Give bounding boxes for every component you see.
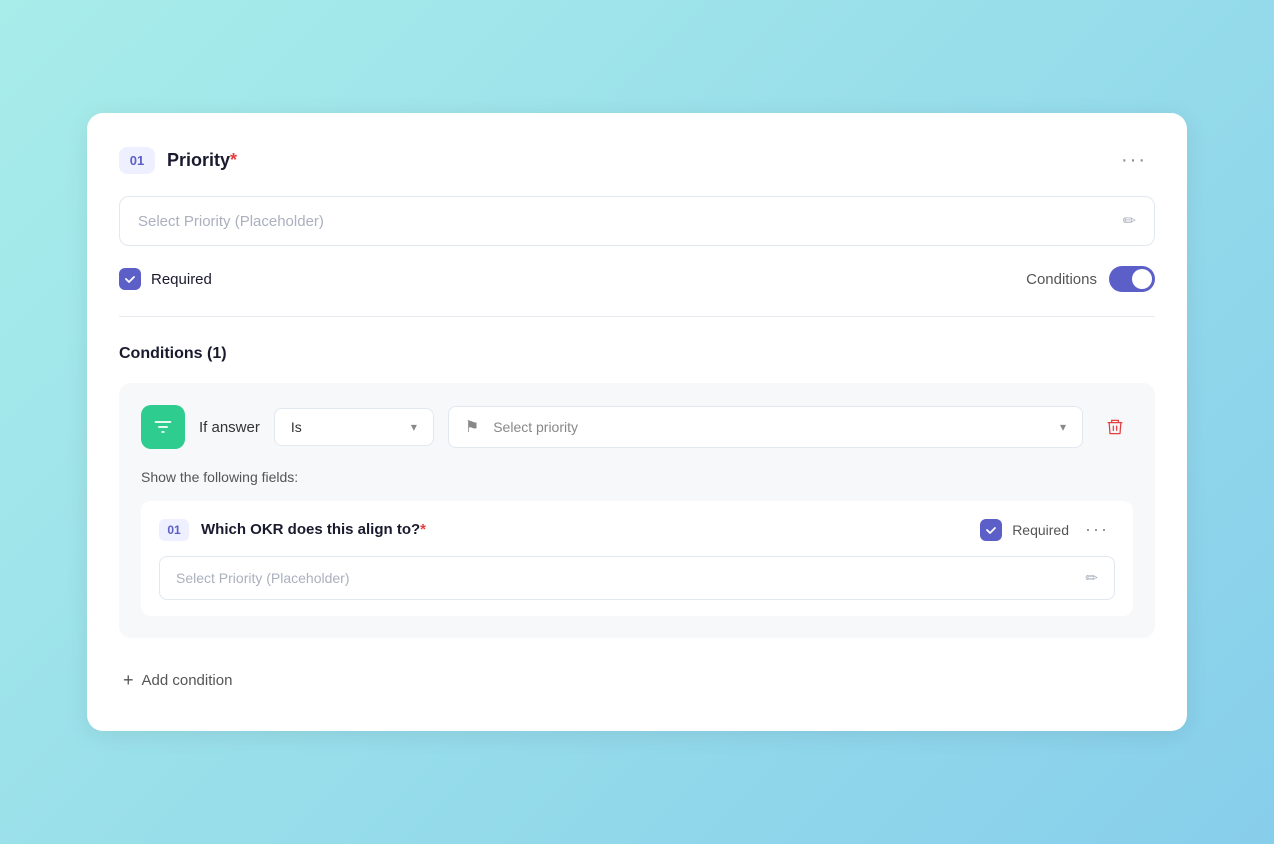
priority-dropdown-placeholder: Select priority (493, 419, 1050, 435)
sub-required-checkbox[interactable] (980, 519, 1002, 541)
required-asterisk: * (230, 150, 237, 170)
is-dropdown-value: Is (291, 419, 302, 435)
priority-dropdown[interactable]: ⚑ Select priority ▾ (448, 406, 1083, 448)
sub-field: 01 Which OKR does this align to?* Requir… (141, 501, 1133, 616)
plus-icon: + (123, 670, 134, 691)
required-left: Required (119, 268, 212, 290)
field-header-left: 01 Priority* (119, 147, 237, 174)
conditions-right: Conditions (1026, 266, 1155, 292)
required-row: Required Conditions (119, 266, 1155, 292)
sub-field-title: Which OKR does this align to?* (201, 521, 968, 538)
conditions-section: Conditions (1) If answer Is ▾ ⚑ (119, 345, 1155, 699)
sub-field-header: 01 Which OKR does this align to?* Requir… (159, 517, 1115, 542)
chevron-down-icon: ▾ (1060, 420, 1066, 434)
flag-icon: ⚑ (465, 417, 479, 437)
sub-step-badge: 01 (159, 519, 189, 541)
if-answer-label: If answer (199, 419, 260, 436)
add-condition-button[interactable]: + Add condition (119, 662, 236, 699)
field-header: 01 Priority* ··· (119, 145, 1155, 176)
sub-checkmark-icon (985, 524, 997, 536)
sub-placeholder-text: Select Priority (Placeholder) (176, 570, 350, 586)
sub-more-options-button[interactable]: ··· (1079, 517, 1115, 542)
trash-icon (1105, 417, 1125, 437)
sub-required-label: Required (1012, 522, 1069, 538)
is-dropdown[interactable]: Is ▾ (274, 408, 434, 446)
edit-icon: ✏ (1123, 211, 1136, 231)
checkmark-icon (124, 273, 136, 285)
placeholder-text: Select Priority (Placeholder) (138, 213, 324, 230)
condition-block: If answer Is ▾ ⚑ Select priority ▾ (119, 383, 1155, 638)
required-checkbox[interactable] (119, 268, 141, 290)
conditions-title: Conditions (1) (119, 345, 1155, 363)
required-label: Required (151, 271, 212, 288)
sub-edit-icon: ✏ (1085, 569, 1098, 587)
chevron-down-icon: ▾ (411, 420, 417, 434)
filter-icon-button[interactable] (141, 405, 185, 449)
delete-condition-button[interactable] (1097, 409, 1133, 445)
filter-icon (153, 417, 173, 437)
placeholder-input[interactable]: Select Priority (Placeholder) ✏ (119, 196, 1155, 246)
field-title: Priority* (167, 150, 237, 171)
form-card: 01 Priority* ··· Select Priority (Placeh… (87, 113, 1187, 731)
conditions-toggle[interactable] (1109, 266, 1155, 292)
sub-required-asterisk: * (420, 521, 426, 538)
show-fields-label: Show the following fields: (141, 469, 1133, 485)
field-title-text: Priority (167, 150, 230, 170)
condition-row: If answer Is ▾ ⚑ Select priority ▾ (141, 405, 1133, 449)
divider (119, 316, 1155, 317)
add-condition-label: Add condition (142, 672, 233, 689)
step-badge: 01 (119, 147, 155, 174)
conditions-label: Conditions (1026, 271, 1097, 288)
sub-field-actions: Required ··· (980, 517, 1115, 542)
sub-field-title-text: Which OKR does this align to? (201, 521, 420, 538)
sub-placeholder-input[interactable]: Select Priority (Placeholder) ✏ (159, 556, 1115, 600)
more-options-button[interactable]: ··· (1113, 145, 1155, 176)
